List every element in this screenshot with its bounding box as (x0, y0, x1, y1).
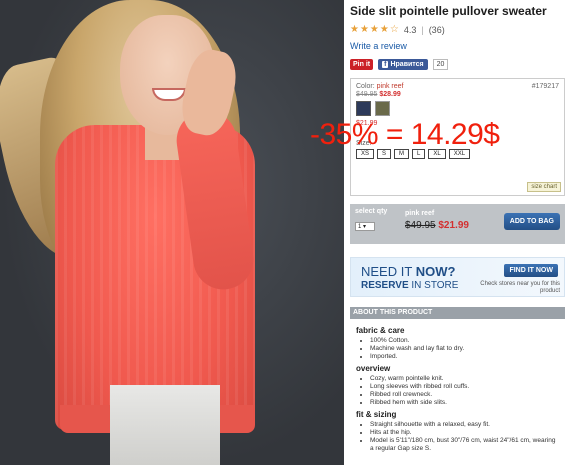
pinterest-button[interactable]: Pin it (350, 59, 374, 70)
list-item: Straight silhouette with a relaxed, easy… (370, 421, 559, 429)
color-value: pink reef (376, 83, 404, 90)
buy-bar: select qty 1 ▾ pink reef $49.95 $21.99 A… (350, 204, 565, 244)
add-to-bag-button[interactable]: ADD TO BAG (503, 213, 560, 230)
social-buttons: Pin it f Нравится 20 (350, 59, 565, 70)
list-item: Ribbed hem with side slits. (370, 399, 559, 407)
store-note: Check stores near you for this product (480, 281, 560, 294)
section-title: fabric & care (356, 326, 405, 335)
swatch-navy[interactable] (356, 101, 371, 116)
list-item: Imported. (370, 353, 559, 361)
product-description: fabric & care 100% Cotton. Machine wash … (350, 319, 565, 457)
rating-value: 4.3 (403, 24, 417, 35)
product-photo (0, 0, 344, 465)
list-item: Ribbed roll crewneck. (370, 391, 559, 399)
facebook-icon: f (382, 61, 389, 68)
star-rating-icon[interactable]: ★★★★☆ (350, 24, 400, 35)
color-label: Color: pink reef (356, 83, 404, 90)
list-item: Model is 5'11"/180 cm, bust 30"/76 cm, w… (370, 437, 559, 453)
about-header: ABOUT THIS PRODUCT (350, 307, 565, 319)
sku: #179217 (531, 83, 559, 90)
product-title: Side slit pointelle pullover sweater (350, 4, 547, 18)
swatch-olive[interactable] (375, 101, 390, 116)
need-it-now-text: NEED IT NOW? (361, 264, 456, 279)
color-price: $49.95 $28.99 (356, 91, 401, 98)
facebook-like-button[interactable]: f Нравится (378, 59, 428, 70)
list-item: Cozy, warm pointelle knit. (370, 375, 559, 383)
size-chart-link[interactable]: size chart (527, 182, 561, 192)
qty-select[interactable]: 1 ▾ (355, 222, 375, 231)
product-info-panel: Side slit pointelle pullover sweater ★★★… (344, 0, 565, 465)
review-count[interactable]: (36) (429, 25, 445, 35)
rating-row: ★★★★☆ 4.3 | (36) (350, 24, 445, 35)
like-label: Нравится (390, 61, 424, 68)
reserve-in-store-banner[interactable]: NEED IT NOW? RESERVE IN STORE FIND IT NO… (350, 257, 565, 297)
discount-overlay-text: -35% = 14.29$ (310, 118, 500, 151)
find-it-now-button[interactable]: FIND IT NOW (504, 264, 558, 277)
list-item: 100% Cotton. (370, 337, 559, 345)
section-title: fit & sizing (356, 410, 397, 419)
like-count: 20 (432, 59, 449, 70)
write-review-link[interactable]: Write a review (350, 41, 565, 51)
product-page: Side slit pointelle pullover sweater ★★★… (0, 0, 565, 465)
buy-price: pink reef $49.95 $21.99 (405, 210, 469, 231)
section-title: overview (356, 364, 391, 373)
list-item: Long sleeves with ribbed roll cuffs. (370, 383, 559, 391)
list-item: Machine wash and lay flat to dry. (370, 345, 559, 353)
reserve-in-store-text: RESERVE IN STORE (361, 280, 459, 291)
list-item: Hits at the hip. (370, 429, 559, 437)
color-swatches (356, 101, 559, 116)
